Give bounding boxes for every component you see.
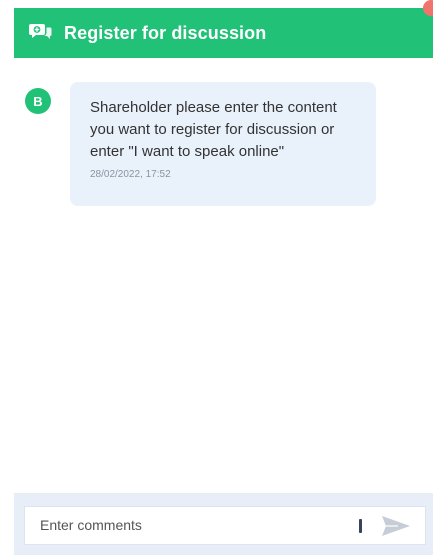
bot-avatar: B: [25, 88, 51, 114]
message-list: B Shareholder please enter the content y…: [14, 58, 433, 493]
message-text: Shareholder please enter the content you…: [90, 99, 337, 160]
notification-dot: [423, 0, 433, 16]
comment-input-box: [24, 506, 426, 545]
send-button[interactable]: [381, 515, 411, 537]
composer-area: [14, 493, 433, 555]
message-bubble: Shareholder please enter the content you…: [70, 82, 376, 206]
text-cursor-icon: [359, 519, 362, 533]
chat-header: Register for discussion: [14, 0, 433, 58]
message-timestamp: 28/02/2022, 17:52: [90, 169, 171, 180]
send-icon: [382, 516, 410, 536]
chat-add-icon: [28, 21, 52, 45]
header-title: Register for discussion: [64, 22, 267, 43]
comment-input[interactable]: [40, 517, 340, 533]
